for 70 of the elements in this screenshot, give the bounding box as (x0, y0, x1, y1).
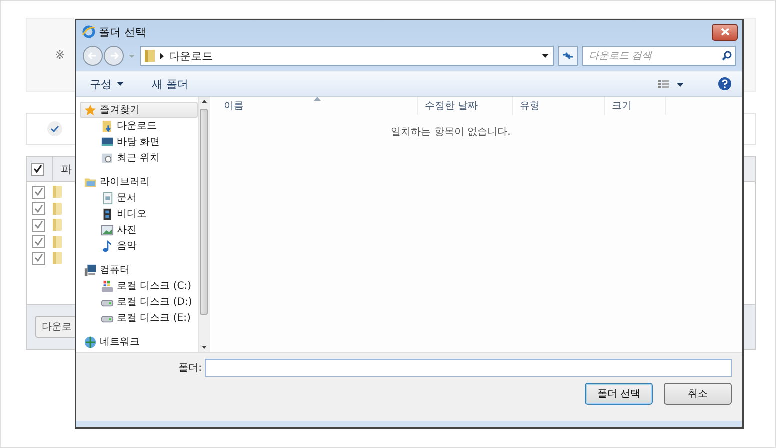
forward-button[interactable] (104, 46, 124, 66)
nav-item[interactable]: 로컬 디스크 (C:) (80, 278, 198, 294)
select-folder-button[interactable]: 폴더 선택 (585, 383, 653, 405)
nav-item[interactable]: 최근 위치 (80, 150, 198, 166)
nav-item[interactable]: 컴퓨터 (80, 262, 198, 278)
search-field[interactable]: 다운로드 검색 (582, 46, 736, 66)
nav-item[interactable]: 라이브러리 (80, 174, 198, 190)
checkbox[interactable] (32, 186, 45, 199)
browser-icon (82, 25, 96, 39)
folder-name-field[interactable] (205, 359, 732, 377)
chevron-icon (160, 52, 164, 60)
sort-arrow-icon (314, 97, 320, 101)
checkbox[interactable] (32, 218, 45, 232)
computer-icon (84, 264, 97, 276)
nav-item[interactable]: 사진 (80, 222, 198, 238)
close-button[interactable] (712, 24, 738, 40)
field-label: 폴더: (178, 362, 202, 375)
arrows-icon (562, 51, 574, 61)
music-note-icon (101, 240, 114, 252)
notice-text: ※ (55, 48, 66, 62)
organize-menu[interactable]: 구성 (86, 76, 128, 92)
checkbox[interactable] (32, 202, 45, 216)
desktop-icon (101, 136, 114, 148)
column-header[interactable]: 이름 (210, 97, 418, 115)
empty-message: 일치하는 항목이 없습니다. (391, 126, 511, 139)
nav-item[interactable]: 음악 (80, 238, 198, 254)
nav-item[interactable]: 로컬 디스크 (D:) (80, 294, 198, 310)
download-folder-icon (101, 120, 114, 132)
column-header[interactable]: 유형 (513, 97, 605, 115)
back-button[interactable] (83, 46, 103, 66)
document-icon (101, 192, 114, 204)
help-icon[interactable] (718, 77, 732, 91)
check-icon (47, 121, 63, 137)
column-header[interactable]: 수정한 날짜 (418, 97, 513, 115)
view-options-icon[interactable] (658, 80, 684, 88)
folder-icon (53, 219, 62, 232)
folder-icon (53, 202, 62, 215)
cancel-button[interactable]: 취소 (664, 383, 732, 405)
column-header: 파 (52, 157, 72, 181)
folder-icon (53, 236, 62, 248)
checkbox[interactable] (32, 252, 45, 265)
folder-icon (53, 186, 62, 198)
checkbox[interactable] (32, 235, 45, 248)
close-icon (720, 28, 730, 36)
scrollbar[interactable] (198, 97, 209, 352)
nav-item[interactable]: 즐겨찾기 (80, 102, 198, 118)
nav-item[interactable]: 로컬 디스크 (E:) (80, 310, 198, 326)
toolbar-button[interactable]: 새 폴더 (148, 76, 192, 92)
address-bar[interactable]: 다운로드 (140, 46, 554, 66)
nav-item[interactable]: 다운로드 (80, 118, 198, 134)
checkbox[interactable] (31, 162, 44, 176)
column-header[interactable]: 크기 (605, 97, 666, 115)
nav-item[interactable]: 바탕 화면 (80, 134, 198, 150)
caret-icon (542, 54, 549, 58)
search-icon (722, 51, 732, 61)
recent-places-icon (101, 152, 114, 164)
caret-icon (117, 82, 124, 86)
path-text: 다운로드 (169, 48, 214, 64)
nav-item[interactable]: 네트워크 (80, 334, 198, 350)
drive-icon (101, 280, 114, 292)
refresh-button[interactable] (558, 46, 578, 66)
star-icon (84, 104, 97, 116)
folder-icon (53, 252, 62, 264)
folder-icon (145, 49, 155, 63)
globe-icon (84, 336, 97, 348)
picture-icon (101, 224, 114, 236)
window-title: 폴더 선택 (99, 24, 146, 40)
nav-item[interactable]: 비디오 (80, 206, 198, 222)
nav-item[interactable]: 문서 (80, 190, 198, 206)
film-icon (101, 208, 114, 220)
